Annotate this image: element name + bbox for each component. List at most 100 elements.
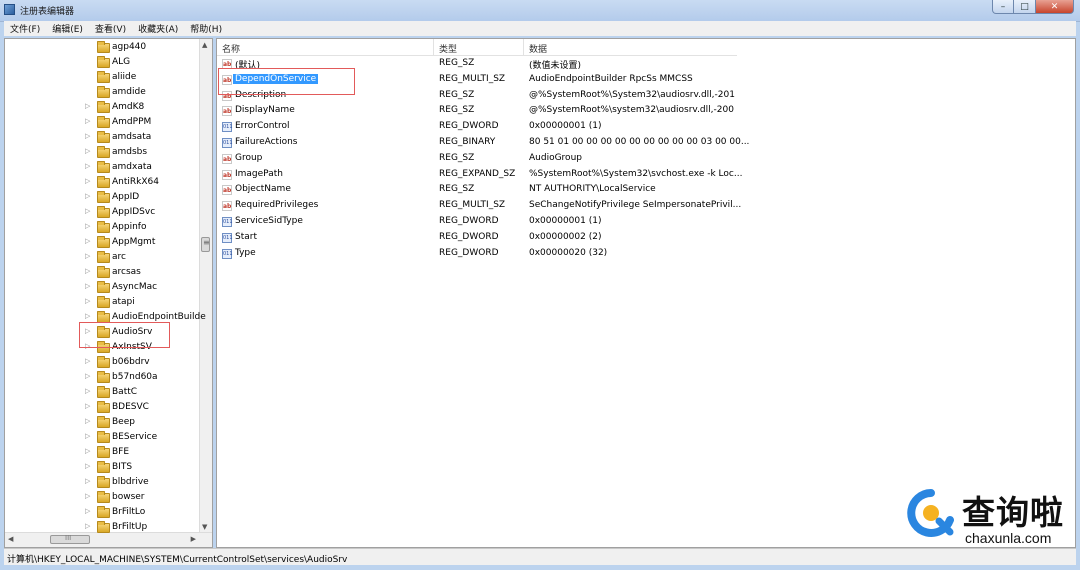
expand-arrow-icon[interactable]: ▷ bbox=[85, 522, 90, 530]
expand-arrow-icon[interactable]: ▷ bbox=[85, 147, 90, 155]
maximize-button[interactable]: □ bbox=[1014, 0, 1036, 14]
value-name: ObjectName bbox=[235, 184, 291, 195]
tree-item-appidsvc[interactable]: ▷ AppIDSvc bbox=[5, 206, 201, 221]
scroll-up-arrow-icon[interactable]: ▲ bbox=[202, 41, 207, 49]
tree-item-amdk8[interactable]: ▷ AmdK8 bbox=[5, 101, 201, 116]
tree-item-label: amdxata bbox=[112, 162, 152, 172]
expand-arrow-icon[interactable]: ▷ bbox=[85, 267, 90, 275]
expand-arrow-icon[interactable]: ▷ bbox=[85, 462, 90, 470]
expand-arrow-icon[interactable]: ▷ bbox=[85, 477, 90, 485]
registry-key-tree[interactable]: ▲ ▼ ◀ ▶ agp440 ALG aliide amdide ▷ AmdK8 ▷ AmdP… bbox=[4, 38, 213, 548]
expand-arrow-icon[interactable]: ▷ bbox=[85, 447, 90, 455]
expand-arrow-icon[interactable]: ▷ bbox=[85, 402, 90, 410]
expand-arrow-icon[interactable]: ▷ bbox=[85, 492, 90, 500]
expand-arrow-icon[interactable]: ▷ bbox=[85, 312, 90, 320]
value-row-requiredprivileges[interactable]: ab RequiredPrivileges REG_MULTI_SZ SeChange… bbox=[217, 199, 917, 214]
tree-item-arc[interactable]: ▷ arc bbox=[5, 251, 201, 266]
expand-arrow-icon[interactable]: ▷ bbox=[85, 132, 90, 140]
value-row-group[interactable]: ab Group REG_SZ AudioGroup bbox=[217, 152, 917, 167]
tree-item-label: bowser bbox=[112, 492, 145, 502]
menu-view[interactable]: 查看(V) bbox=[89, 22, 132, 35]
tree-item-atapi[interactable]: ▷ atapi bbox=[5, 296, 201, 311]
tree-item-label: aliide bbox=[112, 72, 137, 82]
tree-item-amdxata[interactable]: ▷ amdxata bbox=[5, 161, 201, 176]
expand-arrow-icon[interactable]: ▷ bbox=[85, 282, 90, 290]
close-button[interactable]: ✕ bbox=[1036, 0, 1074, 14]
expand-arrow-icon[interactable]: ▷ bbox=[85, 222, 90, 230]
expand-arrow-icon[interactable]: ▷ bbox=[85, 177, 90, 185]
folder-icon bbox=[97, 416, 110, 428]
tree-item-asyncmac[interactable]: ▷ AsyncMac bbox=[5, 281, 201, 296]
expand-arrow-icon[interactable]: ▷ bbox=[85, 192, 90, 200]
value-row-objectname[interactable]: ab ObjectName REG_SZ NT AUTHORITY\LocalServ… bbox=[217, 183, 917, 198]
expand-arrow-icon[interactable]: ▷ bbox=[85, 432, 90, 440]
tree-item-amdsbs[interactable]: ▷ amdsbs bbox=[5, 146, 201, 161]
tree-item-bowser[interactable]: ▷ bowser bbox=[5, 491, 201, 506]
value-type: REG_DWORD bbox=[439, 121, 499, 132]
value-row-imagepath[interactable]: ab ImagePath REG_EXPAND_SZ %SystemRoot%\Sys… bbox=[217, 168, 917, 183]
scroll-left-arrow-icon[interactable]: ◀ bbox=[8, 535, 13, 543]
expand-arrow-icon[interactable]: ▷ bbox=[85, 252, 90, 260]
tree-item-label: atapi bbox=[112, 297, 135, 307]
expand-arrow-icon[interactable]: ▷ bbox=[85, 417, 90, 425]
expand-arrow-icon[interactable]: ▷ bbox=[85, 162, 90, 170]
tree-item-amdsata[interactable]: ▷ amdsata bbox=[5, 131, 201, 146]
tree-item-brfiltup[interactable]: ▷ BrFiltUp bbox=[5, 521, 201, 536]
tree-item-b06bdrv[interactable]: ▷ b06bdrv bbox=[5, 356, 201, 371]
tree-item-appinfo[interactable]: ▷ Appinfo bbox=[5, 221, 201, 236]
tree-item-brfiltlo[interactable]: ▷ BrFiltLo bbox=[5, 506, 201, 521]
value-row-errorcontrol[interactable]: 011 ErrorControl REG_DWORD 0x00000001 (1) bbox=[217, 120, 917, 135]
tree-hscroll-thumb[interactable] bbox=[50, 534, 90, 544]
tree-item-agp440[interactable]: agp440 bbox=[5, 41, 201, 56]
expand-arrow-icon[interactable]: ▷ bbox=[85, 387, 90, 395]
menu-favorites[interactable]: 收藏夹(A) bbox=[132, 22, 184, 35]
column-name-header[interactable]: 名称 bbox=[222, 42, 240, 55]
expand-arrow-icon[interactable]: ▷ bbox=[85, 117, 90, 125]
value-name: ServiceSidType bbox=[235, 216, 303, 226]
tree-item-arcsas[interactable]: ▷ arcsas bbox=[5, 266, 201, 281]
tree-item-b57nd60a[interactable]: ▷ b57nd60a bbox=[5, 371, 201, 386]
scroll-right-arrow-icon[interactable]: ▶ bbox=[191, 535, 196, 543]
tree-item-bfe[interactable]: ▷ BFE bbox=[5, 446, 201, 461]
tree-item-bdesvc[interactable]: ▷ BDESVC bbox=[5, 401, 201, 416]
scroll-down-arrow-icon[interactable]: ▼ bbox=[202, 523, 207, 531]
expand-arrow-icon[interactable]: ▷ bbox=[85, 102, 90, 110]
menu-help[interactable]: 帮助(H) bbox=[184, 22, 228, 35]
tree-item-blbdrive[interactable]: ▷ blbdrive bbox=[5, 476, 201, 491]
tree-item-appmgmt[interactable]: ▷ AppMgmt bbox=[5, 236, 201, 251]
tree-item-bits[interactable]: ▷ BITS bbox=[5, 461, 201, 476]
registry-values-list[interactable]: 名称 类型 数据 ab (默认) REG_SZ (数值未设置) ab DependOnSe… bbox=[216, 38, 1076, 548]
value-row-failureactions[interactable]: 011 FailureActions REG_BINARY 80 51 01 00 0… bbox=[217, 136, 917, 151]
binary-value-icon: 011 bbox=[222, 232, 233, 243]
tree-item-antirkx64[interactable]: ▷ AntiRkX64 bbox=[5, 176, 201, 191]
column-data-header[interactable]: 数据 bbox=[529, 42, 547, 55]
expand-arrow-icon[interactable]: ▷ bbox=[85, 357, 90, 365]
tree-item-amdppm[interactable]: ▷ AmdPPM bbox=[5, 116, 201, 131]
column-type-header[interactable]: 类型 bbox=[439, 42, 457, 55]
value-row-start[interactable]: 011 Start REG_DWORD 0x00000002 (2) bbox=[217, 231, 917, 246]
menu-file[interactable]: 文件(F) bbox=[4, 22, 46, 35]
expand-arrow-icon[interactable]: ▷ bbox=[85, 297, 90, 305]
string-value-icon: ab bbox=[222, 106, 232, 117]
minimize-button[interactable]: – bbox=[992, 0, 1014, 14]
tree-item-beservice[interactable]: ▷ BEService bbox=[5, 431, 201, 446]
column-separator bbox=[523, 39, 524, 55]
tree-item-alg[interactable]: ALG bbox=[5, 56, 201, 71]
tree-item-beep[interactable]: ▷ Beep bbox=[5, 416, 201, 431]
regedit-app-icon bbox=[4, 4, 15, 15]
value-row-servicesidtype[interactable]: 011 ServiceSidType REG_DWORD 0x00000001 (1) bbox=[217, 215, 917, 230]
expand-arrow-icon[interactable]: ▷ bbox=[85, 207, 90, 215]
tree-item-amdide[interactable]: amdide bbox=[5, 86, 201, 101]
expand-arrow-icon[interactable]: ▷ bbox=[85, 237, 90, 245]
tree-item-battc[interactable]: ▷ BattC bbox=[5, 386, 201, 401]
tree-scroll-thumb[interactable] bbox=[201, 237, 210, 252]
tree-item-aliide[interactable]: aliide bbox=[5, 71, 201, 86]
expand-arrow-icon[interactable]: ▷ bbox=[85, 372, 90, 380]
value-row-displayname[interactable]: ab DisplayName REG_SZ @%SystemRoot%\system3… bbox=[217, 104, 917, 119]
tree-item-appid[interactable]: ▷ AppID bbox=[5, 191, 201, 206]
menu-edit[interactable]: 编辑(E) bbox=[46, 22, 89, 35]
value-row-type[interactable]: 011 Type REG_DWORD 0x00000020 (32) bbox=[217, 247, 917, 262]
expand-arrow-icon[interactable]: ▷ bbox=[85, 507, 90, 515]
folder-icon bbox=[97, 521, 110, 533]
folder-icon bbox=[97, 386, 110, 398]
